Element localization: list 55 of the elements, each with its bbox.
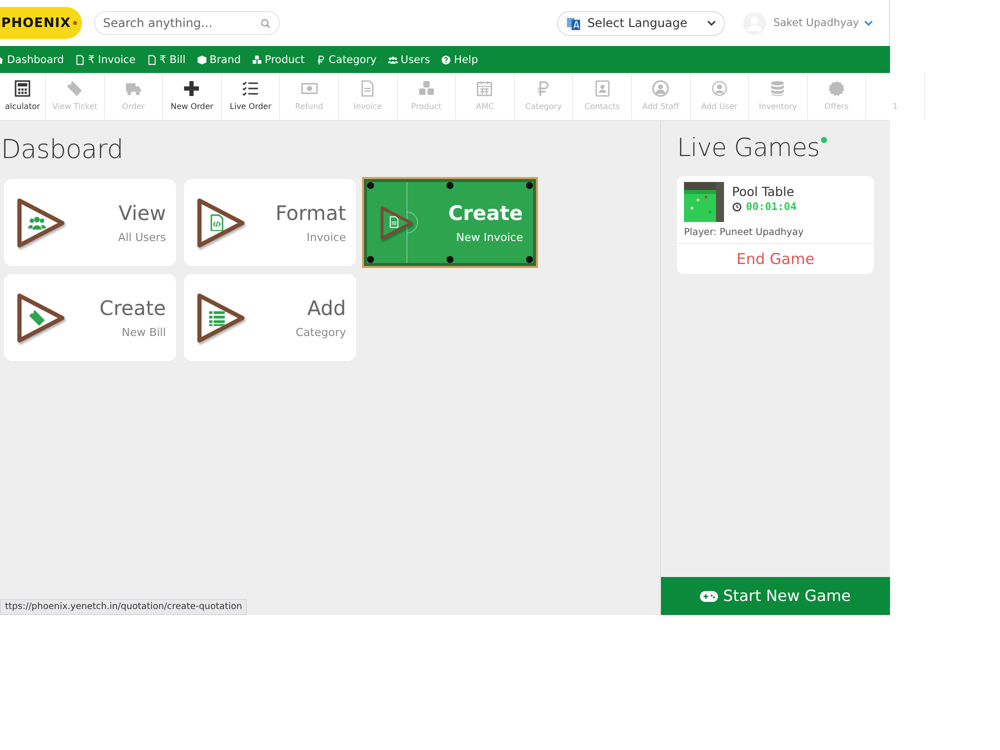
plus-icon xyxy=(183,80,200,96)
game-timer: 00:01:04 xyxy=(746,201,797,213)
help-icon xyxy=(441,54,452,64)
chevron-down-icon xyxy=(707,20,716,26)
calendar-icon xyxy=(476,80,494,96)
nav-link[interactable]: Users xyxy=(388,54,430,66)
badge-icon xyxy=(828,80,846,96)
gamepad-icon xyxy=(700,590,718,602)
clock-icon xyxy=(732,202,742,212)
database-icon xyxy=(769,80,786,96)
users-icon xyxy=(388,54,398,64)
end-game-button[interactable]: End Game xyxy=(677,244,874,274)
user-icon xyxy=(652,80,670,96)
code-file-icon xyxy=(208,214,226,232)
language-select[interactable]: Select Language xyxy=(557,10,726,36)
nav-link[interactable]: ₹ Invoice xyxy=(74,54,136,66)
user-name[interactable]: Saket Upadhyay xyxy=(773,17,859,29)
status-url: ttps://phoenix.yenetch.in/quotation/create-quotation xyxy=(0,599,248,615)
chevron-down-icon[interactable] xyxy=(864,20,873,26)
action-tile[interactable]: Format Invoice xyxy=(184,179,356,266)
translate-icon xyxy=(566,16,582,30)
file-icon xyxy=(146,54,157,64)
nav-link[interactable]: Product xyxy=(252,54,305,66)
live-dot-icon xyxy=(821,137,828,143)
search-field[interactable]: Search anything... xyxy=(94,11,280,35)
cube-icon xyxy=(196,54,207,64)
search-icon[interactable] xyxy=(260,18,271,29)
page-title: Dasboard xyxy=(1,135,124,165)
document-icon xyxy=(359,80,376,96)
nav-link[interactable]: Brand xyxy=(196,54,241,66)
ticket-icon xyxy=(66,80,84,96)
action-tile[interactable]: Add Category xyxy=(184,274,356,361)
nav-link[interactable]: Dashboard xyxy=(0,54,64,66)
nav-link[interactable]: Help xyxy=(441,54,478,66)
player-name: Player: Puneet Upadhyay xyxy=(677,227,874,244)
action-tile[interactable]: Create New Bill xyxy=(4,274,176,361)
cubes-icon xyxy=(418,80,435,96)
contact-card-icon xyxy=(594,80,611,96)
pool-table-tile[interactable]: Create New Invoice xyxy=(364,179,536,266)
document-icon xyxy=(388,216,400,229)
file-icon xyxy=(74,54,85,64)
phoenix-logo[interactable]: PHOENIX xyxy=(0,7,82,39)
ruble-sign-icon xyxy=(316,54,326,64)
cubes-icon xyxy=(252,54,262,64)
calculator-icon xyxy=(14,80,31,96)
nav-link[interactable]: ₹ Bill xyxy=(146,54,186,66)
game-name: Pool Table xyxy=(732,184,796,199)
start-new-game-button[interactable]: Start New Game xyxy=(661,577,890,615)
list-icon xyxy=(208,308,226,326)
checklist-icon xyxy=(242,80,260,96)
user-avatar-icon xyxy=(710,80,728,96)
panel-title: Live Games xyxy=(677,133,820,162)
ticket-icon xyxy=(28,308,46,326)
nav-link[interactable]: Category xyxy=(316,54,377,66)
action-tile[interactable]: View All Users xyxy=(4,179,176,266)
